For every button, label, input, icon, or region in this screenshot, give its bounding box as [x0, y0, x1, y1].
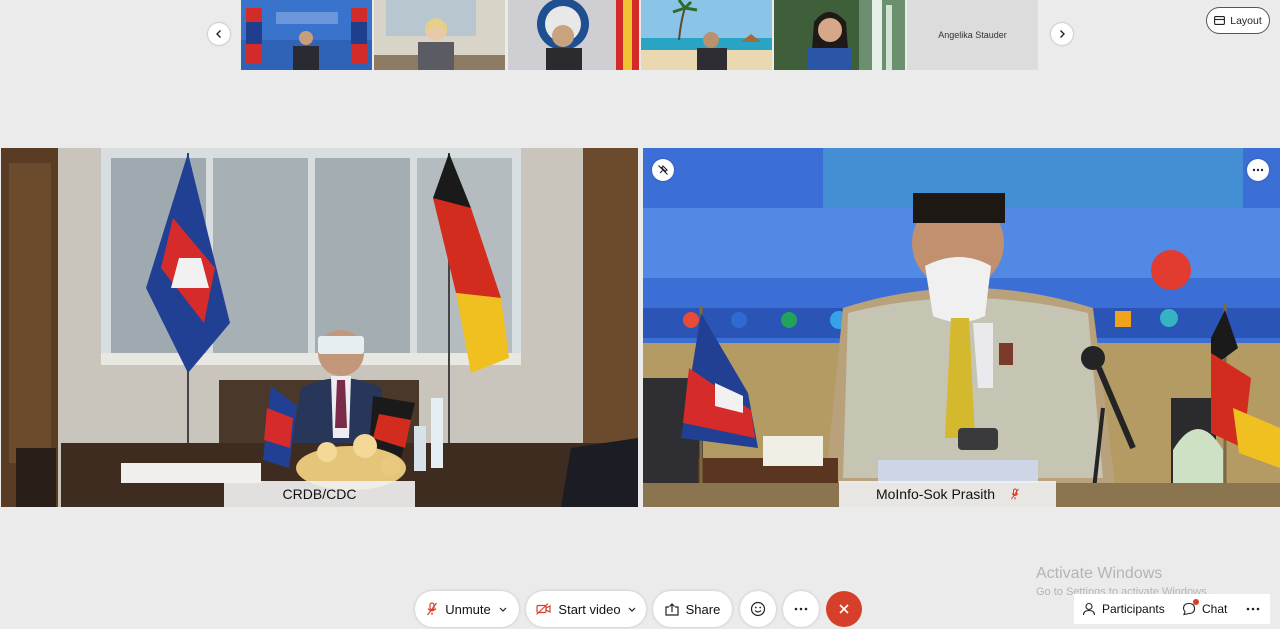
end-call-button[interactable] — [826, 591, 862, 627]
video-thumbnail — [241, 0, 372, 70]
chevron-down-icon[interactable] — [628, 607, 636, 612]
start-video-label: Start video — [558, 601, 621, 617]
participants-icon — [1082, 602, 1096, 616]
video-thumbnail — [508, 0, 639, 70]
unmute-label: Unmute — [445, 601, 491, 617]
unpin-button[interactable] — [652, 159, 674, 181]
video-tile-moinfo[interactable]: MoInfo-Sok Prasith — [643, 148, 1280, 507]
filmstrip-prev-button[interactable] — [208, 23, 230, 45]
video-thumbnail — [641, 0, 772, 70]
tile-name-label: CRDB/CDC — [224, 481, 415, 507]
chat-label: Chat — [1202, 602, 1228, 616]
chevron-right-icon — [1060, 30, 1065, 38]
video-thumbnail — [774, 0, 905, 70]
mic-off-icon — [1011, 488, 1019, 500]
chat-button[interactable]: Chat — [1174, 594, 1236, 624]
video-off-icon — [536, 603, 552, 615]
video-tile-crdb[interactable]: CRDB/CDC — [1, 148, 638, 507]
tile-more-button[interactable] — [1247, 159, 1269, 181]
pin-off-icon — [658, 165, 668, 175]
participant-name: CRDB/CDC — [282, 486, 357, 502]
watermark-title: Activate Windows — [1036, 565, 1163, 582]
layout-button[interactable]: Layout — [1206, 7, 1270, 34]
close-icon — [839, 604, 849, 614]
video-feed — [1, 148, 638, 507]
more-options-button[interactable] — [783, 591, 819, 627]
filmstrip-thumb-3[interactable] — [508, 0, 639, 70]
filmstrip-thumb-5[interactable] — [774, 0, 905, 70]
right-more-button[interactable] — [1236, 594, 1270, 624]
more-icon — [1246, 607, 1260, 611]
participants-label: Participants — [1102, 602, 1165, 616]
unread-badge — [1193, 599, 1199, 605]
participant-name: MoInfo-Sok Prasith — [875, 486, 996, 502]
share-label: Share — [685, 601, 721, 617]
participants-button[interactable]: Participants — [1074, 594, 1174, 624]
filmstrip-thumb-6[interactable]: Angelika Stauder — [907, 0, 1038, 70]
start-video-button[interactable]: Start video — [526, 591, 646, 627]
video-feed — [643, 148, 1280, 507]
smiley-icon — [750, 601, 766, 617]
chat-icon-wrap — [1182, 599, 1199, 616]
chevron-left-icon — [216, 30, 221, 38]
chevron-down-icon[interactable] — [499, 607, 507, 612]
participant-name: Angelika Stauder — [938, 30, 1007, 40]
filmstrip-thumb-1[interactable] — [241, 0, 372, 70]
share-icon — [665, 602, 679, 616]
more-icon — [1252, 168, 1264, 172]
filmstrip-thumb-4[interactable] — [641, 0, 772, 70]
more-icon — [794, 607, 808, 611]
tile-name-label: MoInfo-Sok Prasith — [839, 481, 1056, 507]
unmute-button[interactable]: Unmute — [415, 591, 519, 627]
layout-icon — [1214, 16, 1226, 25]
share-button[interactable]: Share — [653, 591, 732, 627]
reactions-button[interactable] — [740, 591, 776, 627]
filmstrip-thumb-2[interactable] — [374, 0, 505, 70]
mic-off-icon — [427, 602, 438, 616]
video-thumbnail — [374, 0, 505, 70]
layout-button-label: Layout — [1230, 14, 1262, 27]
filmstrip-next-button[interactable] — [1051, 23, 1073, 45]
